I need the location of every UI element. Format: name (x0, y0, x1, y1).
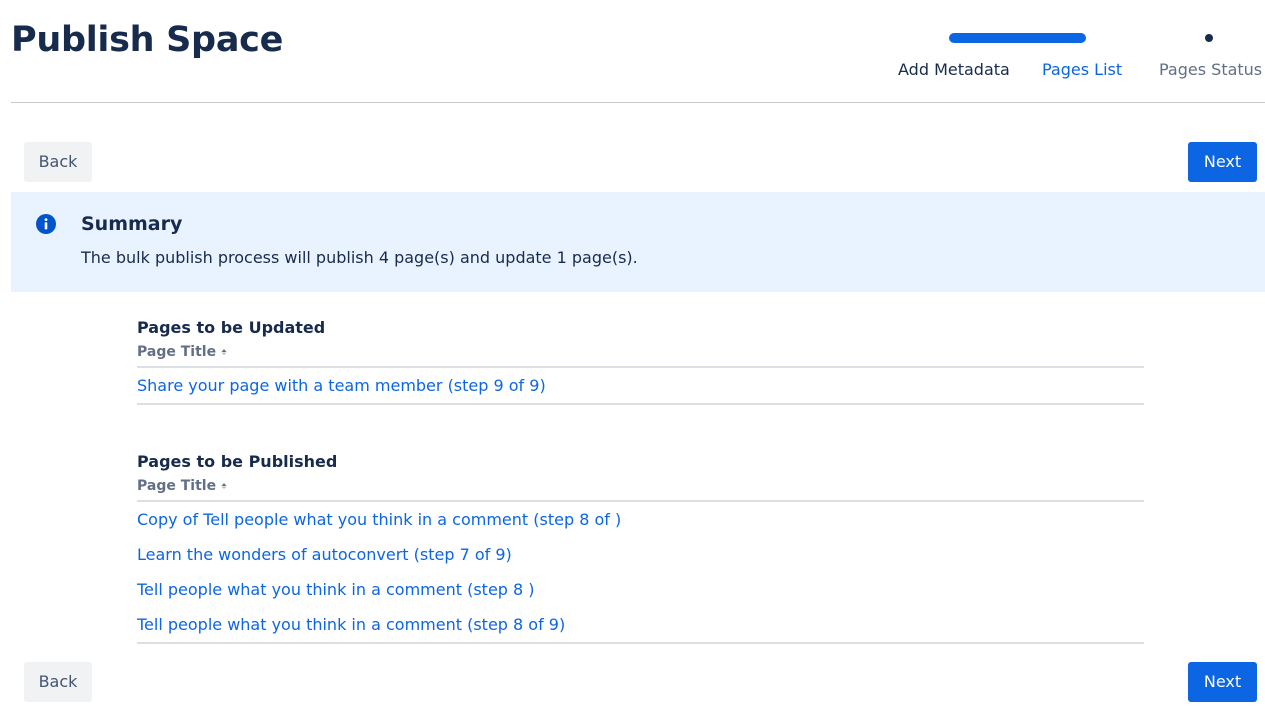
table-row: Copy of Tell people what you think in a … (137, 502, 1144, 537)
page-link[interactable]: Tell people what you think in a comment … (137, 580, 535, 599)
table-row: Share your page with a team member (step… (137, 368, 1144, 403)
page-title-column-header[interactable]: Page Title (137, 344, 1144, 368)
page-link[interactable]: Copy of Tell people what you think in a … (137, 510, 621, 529)
summary-title: Summary (81, 213, 183, 235)
sort-icon[interactable] (220, 481, 228, 491)
back-button-bottom[interactable]: Back (24, 662, 92, 702)
progress-tracker-dot (1205, 34, 1213, 42)
page-title-column-header[interactable]: Page Title (137, 478, 1144, 502)
next-button-bottom[interactable]: Next (1188, 662, 1257, 702)
pages-to-be-published-title: Pages to be Published (137, 452, 338, 471)
updated-pages-list: Share your page with a team member (step… (137, 368, 1144, 405)
page-link[interactable]: Learn the wonders of autoconvert (step 7… (137, 545, 512, 564)
pages-to-be-published-section: Pages to be Published Page Title Copy of… (137, 452, 1144, 644)
table-row: Tell people what you think in a comment … (137, 607, 1144, 642)
header-divider (11, 102, 1265, 103)
published-pages-list: Copy of Tell people what you think in a … (137, 502, 1144, 644)
tracker-step-pages-status: Pages Status (1159, 60, 1263, 79)
page-title-column-label[interactable]: Page Title (137, 478, 216, 494)
info-icon (36, 214, 56, 234)
pages-to-be-updated-title: Pages to be Updated (137, 318, 326, 337)
table-row: Learn the wonders of autoconvert (step 7… (137, 537, 1144, 572)
pages-to-be-updated-section: Pages to be Updated Page Title Share you… (137, 318, 1144, 405)
page-title-column-label[interactable]: Page Title (137, 344, 216, 360)
summary-text: The bulk publish process will publish 4 … (81, 248, 638, 267)
tracker-step-pages-list[interactable]: Pages List (1042, 60, 1122, 80)
progress-tracker-bar (949, 33, 1086, 43)
page-link[interactable]: Tell people what you think in a comment … (137, 615, 565, 634)
page-title: Publish Space (11, 20, 284, 60)
page-link[interactable]: Share your page with a team member (step… (137, 376, 546, 395)
sort-icon[interactable] (220, 347, 228, 357)
table-row: Tell people what you think in a comment … (137, 572, 1144, 607)
tracker-step-add-metadata[interactable]: Add Metadata (898, 60, 1010, 80)
back-button-top[interactable]: Back (24, 142, 92, 182)
summary-banner: Summary The bulk publish process will pu… (11, 192, 1265, 292)
next-button-top[interactable]: Next (1188, 142, 1257, 182)
